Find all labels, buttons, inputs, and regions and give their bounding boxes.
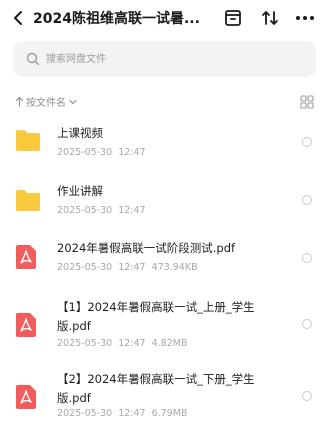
grid-view-icon[interactable] (300, 95, 314, 109)
sort-up-arrow-icon (15, 96, 24, 107)
pdf-file-icon (16, 245, 36, 269)
file-meta: 2025-05-30 12:47 (57, 205, 152, 216)
top-bar: 2024陈祖维高联一试暑... (0, 0, 330, 36)
pdf-file-icon (16, 385, 36, 409)
list-item[interactable]: 上课视频 2025-05-30 12:47 (0, 118, 330, 168)
select-radio[interactable] (302, 391, 312, 401)
select-radio[interactable] (302, 319, 312, 329)
file-time: 12:47 (118, 262, 146, 273)
select-radio[interactable] (302, 137, 312, 147)
sort-by-name-button[interactable]: 按文件名 (15, 94, 78, 109)
file-name: 【2】2024年暑假高联一试_下册_学生版.pdf (57, 372, 255, 405)
file-name: 2024年暑假高联一试阶段测试.pdf (57, 241, 236, 255)
file-meta: 2025-05-30 12:47 4.82MB (57, 338, 193, 349)
file-size: 473.94KB (151, 262, 198, 273)
file-date: 2025-05-30 (57, 408, 113, 419)
folder-icon (16, 130, 40, 151)
search-input[interactable] (46, 41, 296, 77)
file-name: 上课视频 (57, 126, 103, 140)
file-time: 12:47 (118, 408, 146, 419)
file-date: 2025-05-30 (57, 338, 113, 349)
folder-icon (16, 190, 40, 211)
sort-label: 按文件名 (26, 98, 66, 109)
chevron-down-icon (69, 99, 77, 104)
pdf-file-icon (16, 313, 36, 337)
file-meta: 2025-05-30 12:47 473.94KB (57, 262, 204, 273)
list-item[interactable]: 作业讲解 2025-05-30 12:47 (0, 176, 330, 226)
file-date: 2025-05-30 (57, 205, 113, 216)
search-icon (26, 52, 40, 66)
file-meta: 2025-05-30 12:47 (57, 147, 152, 158)
file-time: 12:47 (118, 205, 146, 216)
file-time: 12:47 (118, 147, 146, 158)
file-name: 【1】2024年暑假高联一试_上册_学生版.pdf (57, 300, 255, 333)
list-item[interactable]: 【2】2024年暑假高联一试_下册_学生版.pdf 2025-05-30 12:4… (0, 366, 330, 428)
file-meta: 2025-05-30 12:47 6.79MB (57, 408, 193, 419)
file-size: 4.82MB (151, 338, 188, 349)
file-date: 2025-05-30 (57, 262, 113, 273)
search-bar[interactable] (13, 41, 316, 77)
file-name: 作业讲解 (57, 184, 103, 198)
back-arrow-icon[interactable] (10, 7, 28, 29)
select-radio[interactable] (302, 195, 312, 205)
sort-bar: 按文件名 (0, 90, 330, 114)
list-item[interactable]: 2024年暑假高联一试阶段测试.pdf 2025-05-30 12:47 473.9… (0, 234, 330, 284)
list-item[interactable]: 【1】2024年暑假高联一试_上册_学生版.pdf 2025-05-30 12:4… (0, 294, 330, 356)
select-radio[interactable] (302, 253, 312, 263)
page-title: 2024陈祖维高联一试暑... (33, 11, 200, 27)
sort-arrows-icon[interactable] (259, 7, 281, 29)
more-options-icon[interactable] (294, 7, 316, 29)
archive-box-icon[interactable] (222, 7, 244, 29)
file-date: 2025-05-30 (57, 147, 113, 158)
file-time: 12:47 (118, 338, 146, 349)
file-size: 6.79MB (151, 408, 188, 419)
